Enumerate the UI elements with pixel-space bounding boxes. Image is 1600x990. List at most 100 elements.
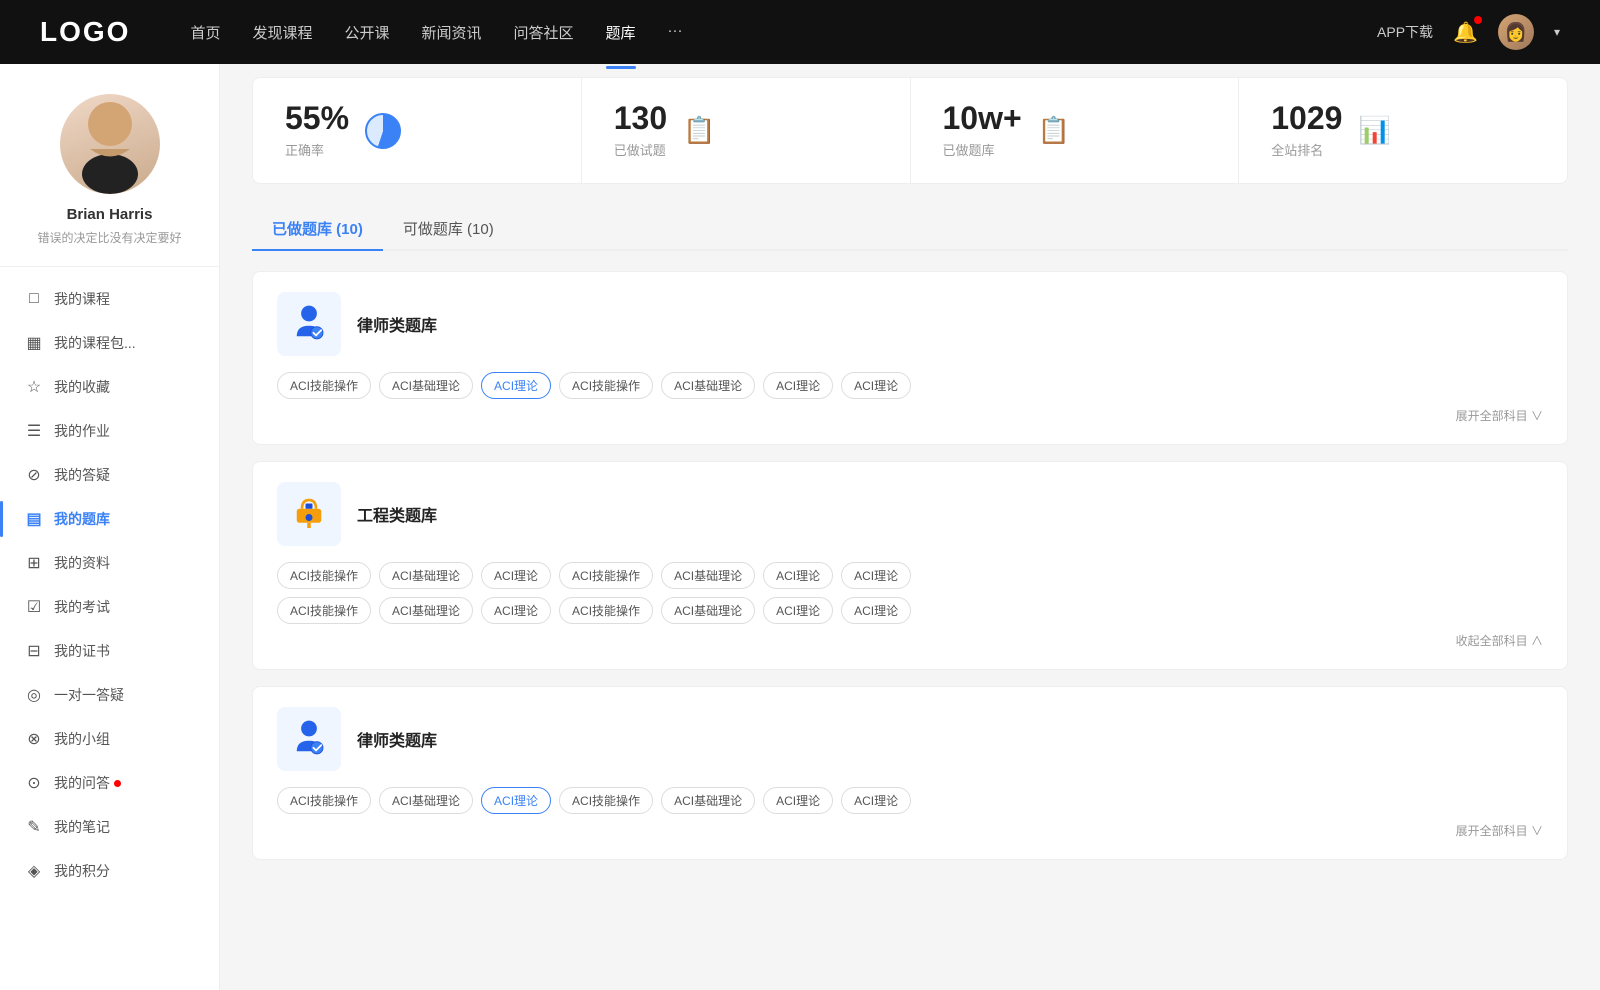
nav-news[interactable]: 新闻资讯 — [422, 18, 482, 47]
sidebar-item-homework[interactable]: ☰ 我的作业 — [0, 409, 219, 453]
my-qa-icon: ⊙ — [24, 773, 44, 793]
sidebar-label-course: 我的课程 — [54, 289, 110, 309]
stat-done-banks: 10w+ 已做题库 📋 — [911, 78, 1240, 183]
sidebar-item-certificate[interactable]: ⊟ 我的证书 — [0, 629, 219, 673]
stat-done-questions: 130 已做试题 📋 — [582, 78, 911, 183]
eng2-tag-0[interactable]: ACI技能操作 — [277, 597, 371, 624]
app-download-link[interactable]: APP下载 — [1377, 22, 1433, 42]
main-nav: 首页 发现课程 公开课 新闻资讯 问答社区 题库 ··· — [190, 18, 1377, 47]
engineer-svg — [288, 493, 330, 535]
sidebar-label-notes: 我的笔记 — [54, 817, 110, 837]
eng2-tag-1[interactable]: ACI基础理论 — [379, 597, 473, 624]
logo[interactable]: LOGO — [40, 16, 130, 48]
tag-3[interactable]: ACI技能操作 — [559, 372, 653, 399]
tags-row-lawyer-2: ACI技能操作 ACI基础理论 ACI理论 ACI技能操作 ACI基础理论 AC… — [277, 787, 1543, 814]
bank-card-lawyer-1: 律师类题库 ACI技能操作 ACI基础理论 ACI理论 ACI技能操作 ACI基… — [252, 271, 1568, 445]
eng2-tag-3[interactable]: ACI技能操作 — [559, 597, 653, 624]
sidebar-menu: □ 我的课程 ▦ 我的课程包... ☆ 我的收藏 ☰ 我的作业 ⊘ 我的答疑 ▤… — [0, 267, 219, 903]
tags-row-engineer-1: ACI技能操作 ACI基础理论 ACI理论 ACI技能操作 ACI基础理论 AC… — [277, 562, 1543, 589]
sidebar-item-course[interactable]: □ 我的课程 — [0, 277, 219, 321]
homework-icon: ☰ — [24, 421, 44, 441]
law2-tag-2-active[interactable]: ACI理论 — [481, 787, 551, 814]
stat-accuracy-value: 55% — [285, 102, 349, 134]
eng2-tag-4[interactable]: ACI基础理论 — [661, 597, 755, 624]
bank-card-lawyer-2: 律师类题库 ACI技能操作 ACI基础理论 ACI理论 ACI技能操作 ACI基… — [252, 686, 1568, 860]
sidebar-item-question-bank[interactable]: ▤ 我的题库 — [0, 497, 219, 541]
bell-icon: 🔔 — [1453, 22, 1478, 44]
done-banks-icon: 📋 — [1038, 115, 1070, 146]
nav-home[interactable]: 首页 — [190, 18, 220, 47]
tag-2-active[interactable]: ACI理论 — [481, 372, 551, 399]
points-icon: ◈ — [24, 861, 44, 881]
notification-bell[interactable]: 🔔 — [1453, 20, 1478, 45]
avatar-image: 👩 — [1498, 14, 1534, 50]
sidebar-item-points[interactable]: ◈ 我的积分 — [0, 849, 219, 893]
eng2-tag-5[interactable]: ACI理论 — [763, 597, 833, 624]
sidebar-label-homework: 我的作业 — [54, 421, 110, 441]
law2-tag-6[interactable]: ACI理论 — [841, 787, 911, 814]
eng-tag-6[interactable]: ACI理论 — [841, 562, 911, 589]
chevron-down-icon[interactable]: ▾ — [1554, 25, 1560, 39]
sidebar-label-certificate: 我的证书 — [54, 641, 110, 661]
tag-4[interactable]: ACI基础理论 — [661, 372, 755, 399]
done-questions-icon: 📋 — [683, 115, 715, 146]
avatar[interactable]: 👩 — [1498, 14, 1534, 50]
sidebar-item-favorites[interactable]: ☆ 我的收藏 — [0, 365, 219, 409]
nav-more[interactable]: ··· — [668, 18, 683, 47]
sidebar-label-my-qa: 我的问答 — [54, 773, 110, 793]
stat-done-questions-text: 130 已做试题 — [614, 102, 667, 159]
one-on-one-icon: ◎ — [24, 685, 44, 705]
sidebar-item-answers[interactable]: ⊘ 我的答疑 — [0, 453, 219, 497]
law2-tag-4[interactable]: ACI基础理论 — [661, 787, 755, 814]
materials-icon: ⊞ — [24, 553, 44, 573]
nav-discover[interactable]: 发现课程 — [252, 18, 312, 47]
eng-tag-1[interactable]: ACI基础理论 — [379, 562, 473, 589]
tabs-row: 已做题库 (10) 可做题库 (10) — [252, 208, 1568, 251]
tab-available-banks[interactable]: 可做题库 (10) — [383, 208, 514, 249]
sidebar-item-group[interactable]: ⊗ 我的小组 — [0, 717, 219, 761]
eng-tag-5[interactable]: ACI理论 — [763, 562, 833, 589]
collapse-link-engineer[interactable]: 收起全部科目 ∧ — [277, 632, 1543, 649]
avatar-image-large — [60, 94, 160, 194]
profile-avatar — [60, 94, 160, 194]
lawyer-svg-1 — [288, 303, 330, 345]
law2-tag-5[interactable]: ACI理论 — [763, 787, 833, 814]
sidebar-item-course-pkg[interactable]: ▦ 我的课程包... — [0, 321, 219, 365]
tag-5[interactable]: ACI理论 — [763, 372, 833, 399]
eng-tag-0[interactable]: ACI技能操作 — [277, 562, 371, 589]
bank-card-header-2: 工程类题库 — [277, 482, 1543, 546]
expand-link-lawyer-1[interactable]: 展开全部科目 ∨ — [277, 407, 1543, 424]
law2-tag-3[interactable]: ACI技能操作 — [559, 787, 653, 814]
eng2-tag-6[interactable]: ACI理论 — [841, 597, 911, 624]
tag-1[interactable]: ACI基础理论 — [379, 372, 473, 399]
sidebar-item-notes[interactable]: ✎ 我的笔记 — [0, 805, 219, 849]
law2-tag-1[interactable]: ACI基础理论 — [379, 787, 473, 814]
sidebar-label-materials: 我的资料 — [54, 553, 110, 573]
eng-tag-2[interactable]: ACI理论 — [481, 562, 551, 589]
tag-0[interactable]: ACI技能操作 — [277, 372, 371, 399]
sidebar-item-exam[interactable]: ☑ 我的考试 — [0, 585, 219, 629]
law2-tag-0[interactable]: ACI技能操作 — [277, 787, 371, 814]
exam-icon: ☑ — [24, 597, 44, 617]
expand-link-lawyer-2[interactable]: 展开全部科目 ∨ — [277, 822, 1543, 839]
course-pkg-icon: ▦ — [24, 333, 44, 353]
nav-question-bank[interactable]: 题库 — [606, 18, 636, 47]
sidebar-item-my-qa[interactable]: ⊙ 我的问答 — [0, 761, 219, 805]
eng2-tag-2[interactable]: ACI理论 — [481, 597, 551, 624]
tab-done-banks[interactable]: 已做题库 (10) — [252, 208, 383, 249]
sidebar-item-one-on-one[interactable]: ◎ 一对一答疑 — [0, 673, 219, 717]
stat-done-questions-label: 已做试题 — [614, 140, 667, 159]
nav-open-course[interactable]: 公开课 — [344, 18, 389, 47]
nav-qa[interactable]: 问答社区 — [514, 18, 574, 47]
sidebar-label-question-bank: 我的题库 — [54, 509, 110, 529]
qa-badge — [114, 780, 121, 787]
stat-done-banks-value: 10w+ — [943, 102, 1022, 134]
group-icon: ⊗ — [24, 729, 44, 749]
stat-accuracy: 55% 正确率 — [253, 78, 582, 183]
eng-tag-4[interactable]: ACI基础理论 — [661, 562, 755, 589]
bank-title-lawyer-2: 律师类题库 — [357, 727, 437, 751]
sidebar-item-materials[interactable]: ⊞ 我的资料 — [0, 541, 219, 585]
tag-6[interactable]: ACI理论 — [841, 372, 911, 399]
sidebar-label-favorites: 我的收藏 — [54, 377, 110, 397]
eng-tag-3[interactable]: ACI技能操作 — [559, 562, 653, 589]
